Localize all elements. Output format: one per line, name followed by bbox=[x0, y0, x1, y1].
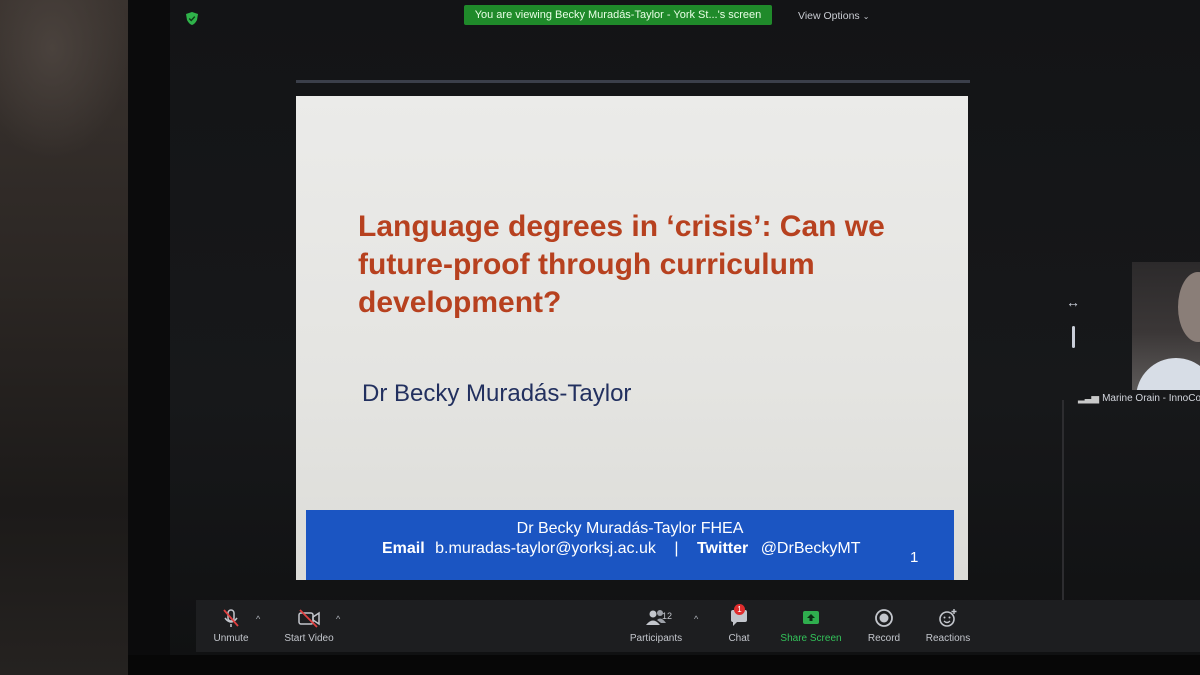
participant-video[interactable] bbox=[1132, 262, 1200, 390]
participants-caret-icon[interactable]: ^ bbox=[694, 614, 698, 624]
twitter-handle: @DrBeckyMT bbox=[760, 540, 861, 557]
email-address: b.muradas-taylor@yorksj.ac.uk bbox=[435, 540, 656, 557]
video-off-icon bbox=[282, 607, 336, 631]
unmute-button[interactable]: Unmute bbox=[206, 600, 256, 652]
muted-mic-icon bbox=[206, 607, 256, 631]
participant-name-tag: ▂▃▅ Marine Orain - InnoCo bbox=[1078, 393, 1200, 404]
slide-author: Dr Becky Muradás-Taylor bbox=[362, 380, 632, 407]
slide-top-border bbox=[296, 80, 970, 83]
participant-head bbox=[1178, 272, 1200, 342]
wall-light bbox=[0, 0, 130, 160]
start-video-button[interactable]: Start Video bbox=[282, 600, 336, 652]
reactions-icon bbox=[924, 607, 972, 631]
share-screen-icon bbox=[780, 607, 842, 631]
participant-name: Marine Orain - InnoCo bbox=[1102, 393, 1200, 404]
signal-bars-icon: ▂▃▅ bbox=[1078, 393, 1099, 404]
shared-slide: Language degrees in ‘crisis’: Can we fut… bbox=[296, 96, 968, 580]
view-options-label: View Options bbox=[798, 10, 860, 22]
participants-count: 12 bbox=[662, 611, 673, 621]
share-screen-button[interactable]: Share Screen bbox=[780, 600, 842, 652]
video-options-caret-icon[interactable]: ^ bbox=[336, 614, 340, 624]
reactions-label: Reactions bbox=[925, 633, 971, 644]
start-video-label: Start Video bbox=[284, 633, 334, 644]
splitter-track bbox=[1062, 400, 1064, 605]
record-button[interactable]: Record bbox=[862, 600, 906, 652]
chat-badge: 1 bbox=[734, 604, 745, 615]
reactions-button[interactable]: Reactions bbox=[924, 600, 972, 652]
record-label: Record bbox=[867, 633, 901, 644]
chevron-down-icon: ⌄ bbox=[862, 12, 870, 21]
view-options-menu[interactable]: View Options ⌄ bbox=[798, 10, 869, 22]
email-label: Email bbox=[382, 540, 425, 557]
slide-title: Language degrees in ‘crisis’: Can we fut… bbox=[358, 210, 885, 319]
shield-icon[interactable] bbox=[186, 12, 198, 25]
twitter-label: Twitter bbox=[696, 540, 749, 557]
record-icon bbox=[862, 607, 906, 631]
resize-arrows-icon[interactable]: ↔ bbox=[1066, 294, 1080, 310]
share-screen-label: Share Screen bbox=[780, 633, 842, 644]
slide-footer: Dr Becky Muradás-Taylor FHEA Email b.mur… bbox=[306, 510, 954, 580]
participants-label: Participants bbox=[629, 633, 683, 644]
chat-button[interactable]: 1 Chat bbox=[722, 600, 756, 652]
chat-icon: 1 bbox=[722, 604, 756, 631]
footer-contact: Email b.muradas-taylor@yorksj.ac.uk | Tw… bbox=[382, 540, 860, 558]
participant-body bbox=[1136, 358, 1200, 390]
chat-label: Chat bbox=[728, 633, 750, 644]
splitter-handle[interactable] bbox=[1072, 326, 1075, 348]
monitor-bezel bbox=[128, 655, 1200, 675]
footer-name: Dr Becky Muradás-Taylor FHEA bbox=[516, 520, 744, 537]
meeting-toolbar: Unmute ^ Start Video ^ 12 Participants ^… bbox=[196, 600, 1200, 652]
participants-icon: 12 bbox=[626, 607, 686, 631]
audio-options-caret-icon[interactable]: ^ bbox=[256, 614, 260, 624]
unmute-label: Unmute bbox=[213, 633, 249, 644]
viewing-screen-banner[interactable]: You are viewing Becky Muradás-Taylor - Y… bbox=[464, 5, 772, 25]
participants-button[interactable]: 12 Participants bbox=[626, 600, 686, 652]
footer-separator: | bbox=[674, 540, 679, 557]
slide-page-number: 1 bbox=[910, 549, 919, 566]
